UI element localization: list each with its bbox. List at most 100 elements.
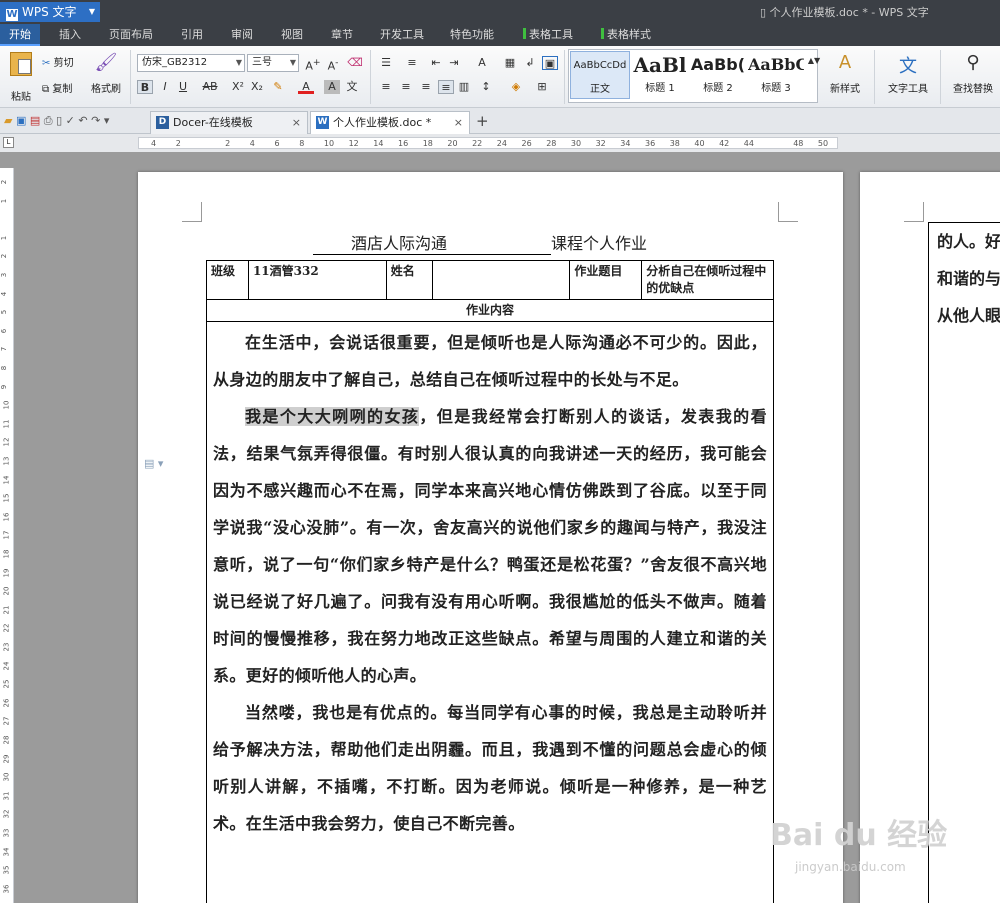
save-icon[interactable]: ▣ (16, 114, 26, 127)
ruler-tick-label: 38 (669, 139, 680, 148)
distribute-icon[interactable]: ▥ (456, 80, 472, 94)
selected-text[interactable]: 我是个大大咧咧的女孩 (245, 407, 420, 426)
tab-review[interactable]: 审阅 (222, 24, 262, 46)
close-icon[interactable]: × (454, 112, 463, 133)
tab-view[interactable]: 视图 (272, 24, 312, 46)
tab-stop-icon[interactable]: L (3, 137, 14, 148)
text-tools-button[interactable]: 文文字工具 (880, 52, 936, 95)
tab-label: 章节 (331, 28, 353, 41)
table-grid-icon[interactable]: ▦ (502, 56, 518, 70)
bold-icon[interactable]: B (137, 80, 153, 94)
char-shading-icon[interactable]: A (324, 80, 340, 94)
justify-icon[interactable]: ≡ (438, 80, 454, 94)
text-tools-label: 文字工具 (888, 84, 928, 95)
paste-button[interactable]: 粘贴 (6, 50, 36, 103)
show-marks-icon[interactable]: ↲ (522, 56, 538, 70)
redo-icon[interactable]: ↷ (91, 114, 100, 127)
style-normal[interactable]: AaBbCcDd 正文 (570, 51, 630, 99)
gallery-scroll-icon[interactable]: ▲▼ (806, 54, 822, 68)
shrink-font-icon[interactable]: A- (325, 56, 341, 73)
cut-button[interactable]: ✂ 剪切 (42, 54, 74, 69)
strikethrough-icon[interactable]: AB (200, 80, 220, 94)
ruler-tick-label: 16 (2, 512, 11, 522)
line-spacing-icon[interactable]: ↕ (478, 80, 494, 94)
style-preview: AaBb( (690, 55, 746, 74)
grow-font-icon[interactable]: A+ (305, 56, 321, 73)
style-heading-3[interactable]: AaBbC 标题 3 (748, 51, 804, 99)
ruler-tick-label: 24 (496, 139, 507, 148)
page-icon[interactable]: ▣ (542, 56, 558, 70)
ruler-tick-label: 36 (2, 884, 11, 894)
text-direction-icon[interactable]: A (474, 56, 490, 70)
name-value-cell[interactable] (431, 260, 571, 300)
font-name-select[interactable]: 仿宋_GB2312 ▼ (137, 54, 245, 72)
copy-label: 复制 (52, 84, 73, 95)
align-right-icon[interactable]: ≡ (418, 80, 434, 94)
style-heading-2[interactable]: AaBb(标题 2 (690, 51, 746, 99)
italic-icon[interactable]: I (157, 80, 173, 94)
vertical-ruler[interactable]: 2 1 1 2 3 4 5 6 7 8 9 10 11 12 13 14 15 16 17 18 19 20 21 22 23 2… (0, 168, 14, 903)
find-replace-button[interactable]: ⚲ 查找替换 (948, 52, 998, 95)
new-style-button[interactable]: A 新样式 (822, 52, 868, 95)
format-painter-button[interactable]: 🖌 格式刷 (88, 52, 124, 95)
app-menu-button[interactable]: W WPS 文字 ▼ (0, 2, 100, 22)
tab-home[interactable]: 开始 (0, 24, 40, 46)
horizontal-ruler[interactable]: 4 2 2 4 6 8 10 12 14 16 18 20 22 24 26 28 30 32 34 36 38 40 42… (138, 137, 838, 149)
phonetic-icon[interactable]: 文 (344, 80, 360, 94)
tab-label: 表格工具 (529, 28, 573, 41)
print-icon[interactable]: ⎙ (44, 114, 53, 127)
new-style-icon: A (838, 52, 852, 73)
tab-table-style[interactable]: 表格样式 (594, 24, 658, 46)
clear-format-icon[interactable]: ⌫ (347, 56, 363, 70)
tab-label: 特色功能 (450, 28, 494, 41)
open-icon[interactable]: ▰ (4, 114, 12, 127)
spellcheck-icon[interactable]: ✓ (66, 114, 75, 127)
highlight-icon[interactable]: ✎ (270, 80, 286, 94)
font-color-icon[interactable]: A (298, 80, 314, 94)
ruler-tick-label: 18 (2, 549, 11, 559)
document-page-2[interactable]: 的人。好 和谐的与 从他人眼 (860, 172, 1000, 903)
number-list-icon[interactable]: ≡ (404, 56, 420, 70)
pdf-icon[interactable]: ▤ (30, 114, 40, 127)
tab-page-layout[interactable]: 页面布局 (103, 24, 159, 46)
doc-tab-homework[interactable]: W 个人作业模板.doc * × (310, 111, 470, 134)
align-left-icon[interactable]: ≡ (378, 80, 394, 94)
align-center-icon[interactable]: ≡ (398, 80, 414, 94)
ruler-tick-label: 12 (2, 437, 11, 447)
shading-icon[interactable]: ◈ (508, 80, 524, 94)
subscript-icon[interactable]: X₂ (249, 80, 265, 94)
copy-button[interactable]: ⧉ 复制 (42, 80, 72, 95)
customize-icon[interactable]: ▾ (104, 114, 110, 127)
bullet-list-icon[interactable]: ☰ (378, 56, 394, 70)
find-replace-label: 查找替换 (953, 84, 993, 95)
outdent-icon[interactable]: ⇤ (428, 56, 444, 70)
topic-value-cell[interactable]: 分析自己在倾听过程中的优缺点 (641, 260, 774, 300)
ruler-tick-label: 30 (2, 772, 11, 782)
preview-icon[interactable]: ▯ (56, 114, 62, 127)
tab-table-tools[interactable]: 表格工具 (516, 24, 580, 46)
superscript-icon[interactable]: X² (230, 80, 246, 94)
tab-developer[interactable]: 开发工具 (374, 24, 430, 46)
underline-icon[interactable]: U (175, 80, 191, 94)
paragraph-layout-icon[interactable]: ▤ ▾ (144, 457, 163, 470)
border-icon[interactable]: ⊞ (534, 80, 550, 94)
tab-section[interactable]: 章节 (322, 24, 362, 46)
ruler-tick-label: 22 (472, 139, 483, 148)
doc-tab-docer[interactable]: D Docer-在线模板 × (150, 111, 308, 134)
close-icon[interactable]: × (292, 112, 301, 133)
style-heading-1[interactable]: AaBl 标题 1 (632, 51, 688, 99)
content-cell[interactable]: 在生活中，会说话很重要，但是倾听也是人际沟通必不可少的。因此，从身边的朋友中了解… (206, 318, 774, 903)
tab-references[interactable]: 引用 (172, 24, 212, 46)
tab-insert[interactable]: 插入 (50, 24, 90, 46)
ruler-tick-label: 34 (620, 139, 631, 148)
docer-icon: D (156, 116, 169, 129)
font-size-select[interactable]: 三号 ▼ (247, 54, 299, 72)
new-tab-icon[interactable]: + (476, 112, 489, 130)
class-value-cell[interactable]: 11酒管332 (247, 260, 387, 300)
ruler-tick-label: 6 (274, 139, 280, 148)
ruler-tick-label: 8 (0, 365, 9, 371)
undo-icon[interactable]: ↶ (78, 114, 87, 127)
tab-special[interactable]: 特色功能 (444, 24, 500, 46)
document-page[interactable]: 酒店人际沟通 课程个人作业 班级 11酒管332 姓名 作业题目 分析自己在倾听过… (138, 172, 843, 903)
indent-icon[interactable]: ⇥ (446, 56, 462, 70)
